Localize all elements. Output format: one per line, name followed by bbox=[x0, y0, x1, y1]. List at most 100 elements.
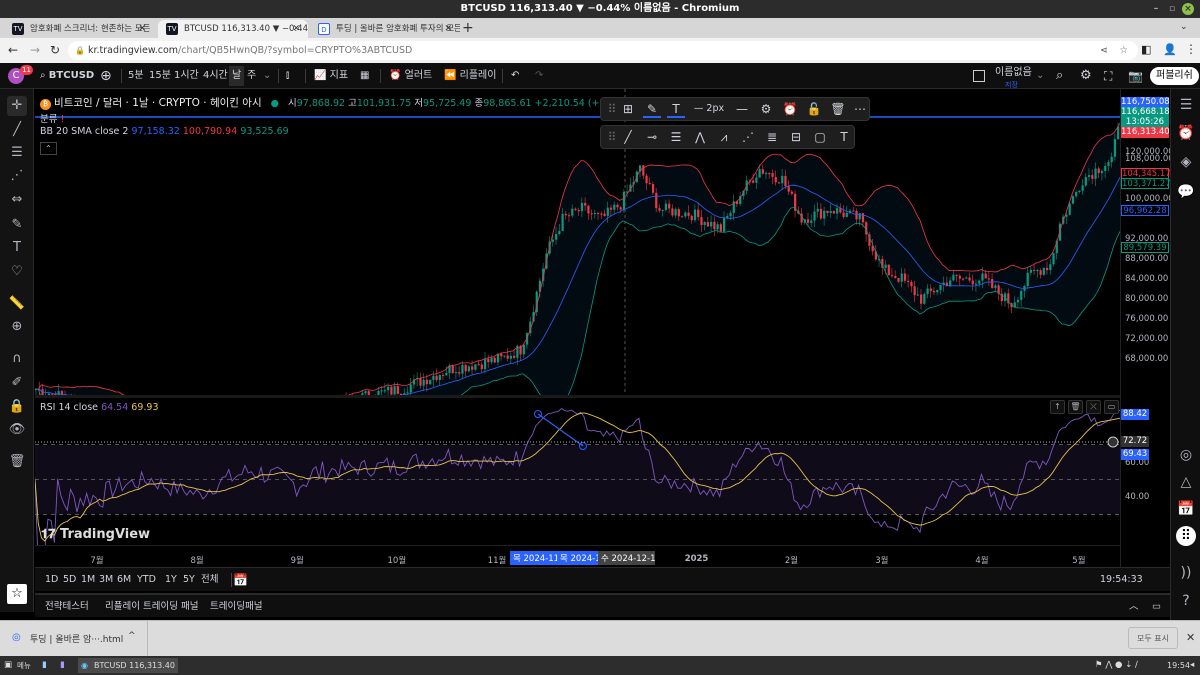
pattern-tool-icon[interactable]: ⋰ bbox=[7, 166, 27, 186]
chart-type-candles-icon[interactable]: ⫾ bbox=[286, 63, 289, 89]
layout-dropdown-icon[interactable]: ⌄ bbox=[1036, 63, 1044, 89]
reload-button[interactable]: ↻ bbox=[50, 43, 60, 57]
browser-tab-active[interactable]: TV BTCUSD 116,313.40 ▼ −0.44% ✕ bbox=[158, 20, 308, 38]
trendline-tool-icon[interactable]: ╱ bbox=[7, 120, 27, 140]
start-menu-icon[interactable]: ▣ bbox=[4, 656, 12, 675]
chart-canvas[interactable]: ₿ 비트코인 / 달러 · 1날 · CRYPTO · 헤이킨 아시 ● 시97… bbox=[35, 89, 1120, 567]
trash-icon[interactable]: 🗑 bbox=[7, 452, 27, 472]
menu-label[interactable]: 메뉴 bbox=[17, 656, 31, 675]
lock-drawing-pen-icon[interactable]: ✐ bbox=[7, 373, 27, 393]
products-grid-icon[interactable]: ⠿ bbox=[1176, 526, 1196, 546]
interval-1h[interactable]: 1시간 bbox=[174, 63, 199, 89]
interval-dropdown-icon[interactable]: ⌄ bbox=[263, 63, 271, 89]
tray-icons[interactable]: ⚑ ⋀ ● ⇣ ∕ bbox=[1095, 656, 1138, 675]
help-icon[interactable]: ? bbox=[1176, 591, 1196, 611]
path-icon[interactable]: ⋰ bbox=[739, 128, 757, 146]
tab-replay-trading-panel[interactable]: 리플레이 트레이딩 패널 bbox=[105, 595, 198, 619]
download-options-chevron-icon[interactable]: ^ bbox=[128, 631, 136, 641]
fullscreen-icon[interactable]: ⛶ bbox=[1104, 63, 1112, 89]
share-icon[interactable]: ⋖ bbox=[1100, 41, 1108, 60]
tab-strategy-tester[interactable]: 전략테스터 bbox=[45, 595, 89, 619]
indicators-button[interactable]: 📈 지표 bbox=[314, 63, 348, 89]
undo-icon[interactable]: ↶ bbox=[511, 63, 519, 89]
alerts-clock-icon[interactable]: ⏰ bbox=[1176, 123, 1196, 143]
interval-15m[interactable]: 15분 bbox=[149, 63, 171, 89]
ruler-tool-icon[interactable]: 📏 bbox=[7, 294, 27, 314]
xabcd-pattern-icon[interactable]: ⋀ bbox=[691, 128, 709, 146]
layout-select-checkbox[interactable] bbox=[973, 70, 985, 82]
layers-icon[interactable]: ◈ bbox=[1176, 152, 1196, 172]
hotlists-target-icon[interactable]: ◎ bbox=[1176, 445, 1196, 465]
tab-search-chevron-icon[interactable]: ⌄ bbox=[1180, 22, 1188, 32]
pane-maximize-icon[interactable]: ▭ bbox=[1104, 400, 1119, 414]
range-5Y[interactable]: 5Y bbox=[183, 568, 195, 592]
quick-search-icon[interactable]: ⌕ bbox=[1056, 63, 1063, 89]
streams-icon[interactable]: )) bbox=[1176, 563, 1196, 583]
forward-button[interactable]: → bbox=[30, 43, 40, 57]
files-icon[interactable]: ▮ bbox=[60, 656, 65, 675]
crosshair-tool-icon[interactable]: ✛ bbox=[7, 96, 27, 116]
alert-add-icon[interactable]: ⏰ bbox=[781, 100, 799, 118]
url-input[interactable]: 🔒 kr.tradingview.com/chart/QB5HwnQB/?symb… bbox=[68, 41, 1138, 60]
interval-5m[interactable]: 5분 bbox=[128, 63, 144, 89]
redo-icon[interactable]: ↷ bbox=[535, 63, 543, 89]
browser-tab[interactable]: D 투딩 | 올바른 암호화폐 투자의 모든 ✕ bbox=[310, 20, 460, 38]
compare-add-icon[interactable]: ⊕ bbox=[100, 63, 112, 89]
close-tab-icon[interactable]: ✕ bbox=[444, 20, 452, 38]
volume-icon[interactable]: ◂ bbox=[1190, 656, 1194, 675]
parallel-channel-icon[interactable]: ☰ bbox=[667, 128, 685, 146]
range-1M[interactable]: 1M bbox=[81, 568, 95, 592]
line-style-icon[interactable]: — bbox=[733, 100, 751, 118]
terminal-icon[interactable]: ▮ bbox=[42, 656, 47, 675]
pane-delete-icon[interactable]: 🗑 bbox=[1068, 400, 1083, 414]
horizontal-ray-icon[interactable]: ⊸ bbox=[643, 128, 661, 146]
rsi-legend[interactable]: RSI 14 close 64.54 69.93 bbox=[40, 402, 159, 413]
panel-maximize-icon[interactable]: ▭ bbox=[1152, 595, 1161, 619]
elliott-wave-icon[interactable]: ⩘ bbox=[715, 128, 733, 146]
pane-move-up-icon[interactable]: ↑ bbox=[1050, 400, 1065, 414]
profile-icon[interactable]: 👤 bbox=[1163, 43, 1177, 56]
pane-collapse-icon[interactable]: ⤫ bbox=[1086, 400, 1101, 414]
browser-tab[interactable]: TV 암호화폐 스크리너: 현존하는 모든 ✕ bbox=[4, 20, 154, 38]
magnet-icon[interactable]: ∩ bbox=[7, 349, 27, 369]
eye-visibility-icon[interactable]: 👁 bbox=[7, 420, 27, 440]
close-window-button[interactable]: × bbox=[1182, 3, 1194, 15]
range-6M[interactable]: 6M bbox=[117, 568, 131, 592]
gann-icon[interactable]: ⊟ bbox=[787, 128, 805, 146]
minimize-button[interactable]: – bbox=[1150, 3, 1162, 15]
trendline-icon[interactable]: ╱ bbox=[619, 128, 637, 146]
calendar-icon[interactable]: 📅 bbox=[1176, 499, 1196, 519]
replay-button[interactable]: ⏪ 리플레이 bbox=[444, 63, 496, 89]
publish-button[interactable]: 퍼블리쉬 bbox=[1150, 67, 1199, 85]
rectangle-icon[interactable]: ▢ bbox=[811, 128, 829, 146]
fib-tool-icon[interactable]: ☰ bbox=[7, 143, 27, 163]
alert-button[interactable]: ⏰ 얼러트 bbox=[389, 63, 432, 89]
range-1Y[interactable]: 1Y bbox=[165, 568, 177, 592]
favorites-star-icon[interactable]: ☆ bbox=[7, 584, 27, 604]
close-tab-icon[interactable]: ✕ bbox=[292, 20, 300, 38]
line-color-pencil-icon[interactable]: ✎ bbox=[643, 100, 661, 118]
close-tab-icon[interactable]: ✕ bbox=[138, 20, 146, 38]
zoom-in-icon[interactable]: ⊕ bbox=[7, 317, 27, 337]
chart-svg[interactable] bbox=[35, 89, 1120, 567]
templates-icon[interactable]: ⊞ bbox=[619, 100, 637, 118]
panel-collapse-chevron-icon[interactable]: ︿ bbox=[1129, 595, 1139, 619]
range-5D[interactable]: 5D bbox=[63, 568, 76, 592]
time-axis[interactable]: 7월 8월 9월 10월 11월 2025 2월 3월 4월 5월 목 2024-11- 목 2024… bbox=[35, 545, 1120, 567]
icon-tool-heart-icon[interactable]: ♡ bbox=[7, 262, 27, 282]
collapse-legend-button[interactable]: ⌃ bbox=[40, 142, 57, 155]
ideas-icon[interactable]: △ bbox=[1176, 472, 1196, 492]
maximize-button[interactable]: ▫ bbox=[1166, 3, 1178, 15]
download-item[interactable]: 투딩 | 올바른 암···.html bbox=[30, 632, 123, 645]
bookmark-star-icon[interactable]: ☆ bbox=[1119, 41, 1128, 60]
text-color-icon[interactable]: T bbox=[667, 100, 685, 118]
range-YTD[interactable]: YTD bbox=[137, 568, 156, 592]
lock-icon[interactable]: 🔒 bbox=[7, 397, 27, 417]
symbol-search-button[interactable]: ⌕ BTCUSD bbox=[40, 63, 94, 89]
chat-icon[interactable]: 💬 bbox=[1176, 182, 1196, 202]
line-width-button[interactable]: — 2px bbox=[691, 100, 727, 118]
show-all-downloads-button[interactable]: 모두 표시 bbox=[1128, 627, 1178, 649]
settings-gear-icon[interactable]: ⚙ bbox=[1080, 63, 1092, 89]
delete-icon[interactable]: 🗑 bbox=[829, 100, 847, 118]
interval-1w[interactable]: 주 bbox=[247, 63, 256, 89]
